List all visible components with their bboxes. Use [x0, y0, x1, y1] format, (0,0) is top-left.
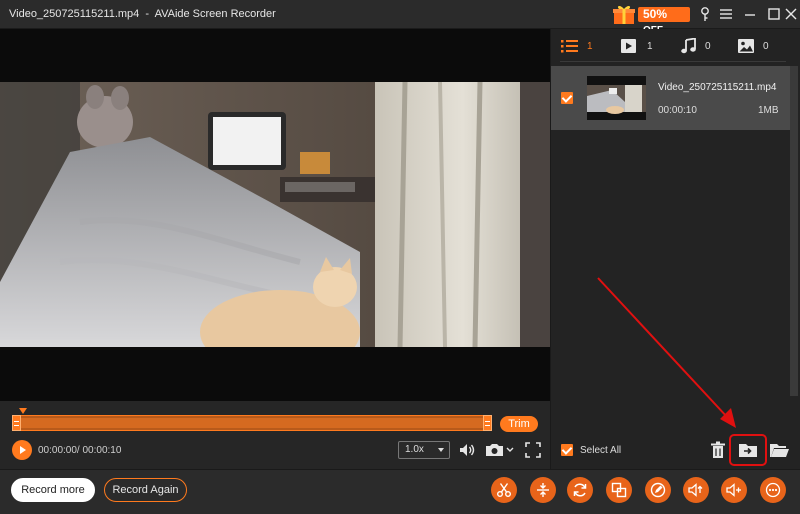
video-play-icon [621, 39, 636, 53]
tab-all[interactable]: 1 [561, 38, 601, 54]
promo-percent: 50% [643, 7, 668, 21]
compress-icon [537, 483, 549, 497]
trim-end-handle[interactable] [483, 415, 492, 431]
scissors-icon [497, 483, 511, 497]
delete-icon[interactable] [707, 439, 729, 461]
more-icon [765, 482, 781, 498]
key-icon[interactable] [697, 6, 713, 22]
title-bar: Video_250725115211.mp4 - AVAide Screen R… [0, 0, 800, 36]
export-highlight-box [729, 434, 767, 466]
edit-button[interactable] [645, 477, 671, 503]
tab-divider [560, 61, 786, 62]
maximize-icon[interactable] [766, 6, 782, 22]
convert-icon [573, 483, 587, 497]
audio-adjust-icon [726, 483, 741, 497]
more-button[interactable] [760, 477, 786, 503]
list-icon [561, 40, 578, 53]
tab-video-count: 1 [647, 41, 653, 52]
tab-video[interactable]: 1 [620, 38, 660, 54]
file-name: Video_250725115211.mp4 [658, 82, 777, 93]
merge-icon [611, 482, 627, 498]
playhead-marker[interactable] [19, 408, 27, 414]
speed-select[interactable]: 1.0x [398, 441, 450, 459]
close-icon[interactable] [784, 6, 800, 22]
file-thumbnail[interactable] [587, 76, 646, 120]
volume-icon[interactable] [458, 441, 476, 459]
video-content-image [0, 82, 550, 347]
fullscreen-icon[interactable] [524, 441, 542, 459]
tab-audio[interactable]: 0 [680, 38, 720, 54]
file-size: 1MB [758, 105, 779, 116]
record-again-button[interactable]: Record Again [104, 478, 187, 502]
speed-value: 1.0x [405, 444, 424, 455]
gift-icon [613, 5, 635, 24]
convert-button[interactable] [567, 477, 593, 503]
chevron-down-icon [438, 448, 444, 452]
camera-snapshot-icon[interactable] [485, 441, 517, 459]
scissors-button[interactable] [491, 477, 517, 503]
time-display: 00:00:00/ 00:00:10 [38, 445, 122, 456]
volume-boost-icon [688, 483, 703, 497]
image-icon [738, 39, 754, 53]
merge-button[interactable] [606, 477, 632, 503]
trim-start-handle[interactable] [12, 415, 21, 431]
record-more-button[interactable]: Record more [11, 478, 95, 502]
tab-all-count: 1 [587, 41, 593, 52]
panel-scrollbar[interactable] [790, 66, 798, 396]
timeline-selection[interactable] [18, 418, 484, 428]
select-all-label[interactable]: Select All [580, 445, 621, 456]
trim-button[interactable]: Trim [500, 416, 538, 432]
tab-image[interactable]: 0 [737, 38, 777, 54]
edit-icon [650, 482, 666, 498]
compress-button[interactable] [530, 477, 556, 503]
file-duration: 00:00:10 [658, 105, 697, 116]
music-note-icon [681, 38, 696, 54]
promo-tag: 50% OFF [638, 7, 690, 36]
open-folder-icon[interactable] [768, 439, 790, 461]
tab-audio-count: 0 [705, 41, 711, 52]
window-title: Video_250725115211.mp4 - AVAide Screen R… [9, 8, 276, 20]
volume-boost-button[interactable] [683, 477, 709, 503]
promo-badge[interactable]: 50% OFF [612, 4, 690, 36]
video-frame[interactable] [0, 82, 550, 347]
menu-icon[interactable] [718, 6, 734, 22]
tab-image-count: 0 [763, 41, 769, 52]
select-all-checkbox[interactable] [561, 444, 573, 456]
file-checkbox[interactable] [561, 92, 573, 104]
minimize-icon[interactable] [742, 6, 758, 22]
play-button[interactable] [12, 440, 32, 460]
audio-adjust-button[interactable] [721, 477, 747, 503]
thumbnail-image [587, 76, 646, 120]
